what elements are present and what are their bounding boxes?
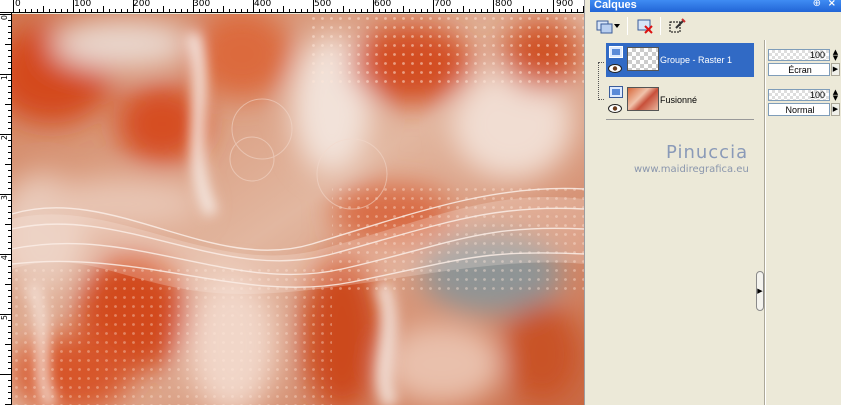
watermark-title: Pinuccia <box>666 142 749 163</box>
palette-titlebar[interactable]: Calques ⊕ × <box>590 0 841 12</box>
ruler-label: 100 <box>74 0 92 9</box>
blend-mode-value: Écran <box>788 65 812 75</box>
pin-icon[interactable]: ⊕ <box>813 0 821 9</box>
ruler-label: 2 <box>0 135 9 141</box>
layer-props-groupe-raster-1: 100 ▲ ▼ Écran ▶ <box>767 43 841 77</box>
ruler-label: 5 <box>0 315 9 321</box>
delete-layer-button[interactable] <box>634 16 656 36</box>
opacity-value: 100 <box>809 50 825 60</box>
ruler-ticks <box>0 14 11 405</box>
layers-palette: Calques ⊕ × Groupe - Raster 1 Fusionné P… <box>590 0 841 405</box>
layer-thumbnail <box>627 47 659 71</box>
close-icon[interactable]: × <box>828 0 836 9</box>
ruler-label: 0 <box>15 0 21 9</box>
group-tree-line <box>598 62 604 100</box>
chevron-right-icon: ▶ <box>757 287 763 295</box>
layer-properties: 100 ▲ ▼ Écran ▶ 100 ▲ ▼ Normal ▶ <box>767 40 841 405</box>
blend-mode-select[interactable]: Normal <box>768 103 830 116</box>
ruler-label: 800 <box>495 0 513 9</box>
image-canvas[interactable] <box>12 14 584 405</box>
artwork <box>12 14 584 405</box>
visibility-eye-icon[interactable] <box>608 64 622 73</box>
ruler-label: 600 <box>374 0 392 9</box>
layer-props-fusionne: 100 ▲ ▼ Normal ▶ <box>767 83 841 117</box>
raster-layer-icon <box>609 46 623 58</box>
layer-row-groupe-raster-1[interactable]: Groupe - Raster 1 <box>606 43 754 77</box>
edit-selection-button[interactable] <box>666 16 688 36</box>
dropdown-arrow-icon <box>614 24 620 28</box>
opacity-slider[interactable]: 100 <box>768 89 830 101</box>
ruler-label: 700 <box>434 0 452 9</box>
ruler-label: 300 <box>193 0 211 9</box>
layer-row-divider <box>606 119 754 120</box>
ruler-label: 3 <box>0 195 9 201</box>
layer-row-fusionne[interactable]: Fusionné <box>606 83 754 117</box>
opacity-spinner[interactable]: ▲ ▼ <box>831 89 840 102</box>
ruler-label: 200 <box>133 0 151 9</box>
watermark-url: www.maidiregrafica.eu <box>634 164 749 175</box>
column-separator <box>764 40 766 405</box>
ruler-label: 400 <box>254 0 272 9</box>
blend-mode-arrow-icon[interactable]: ▶ <box>831 103 840 116</box>
layer-name: Groupe - Raster 1 <box>660 55 733 65</box>
blend-mode-arrow-icon[interactable]: ▶ <box>831 63 840 76</box>
palette-toolbar <box>590 13 841 39</box>
new-layer-dropdown[interactable] <box>612 16 622 36</box>
delete-layer-icon <box>637 19 653 34</box>
opacity-spinner[interactable]: ▲ ▼ <box>831 49 840 62</box>
blend-mode-select[interactable]: Écran <box>768 63 830 76</box>
layer-thumbnail <box>627 87 659 111</box>
ruler-label: 500 <box>314 0 332 9</box>
toolbar-separator <box>660 17 661 35</box>
palette-title: Calques <box>594 0 637 11</box>
edit-selection-icon <box>669 18 686 33</box>
opacity-value: 100 <box>809 90 825 100</box>
collapse-handle[interactable]: ▶ <box>756 271 764 311</box>
blend-mode-value: Normal <box>785 105 815 115</box>
vertical-ruler: 0 1 2 3 4 5 <box>0 13 12 405</box>
horizontal-ruler: 0 100 200 300 400 500 600 700 800 900 <box>0 0 584 13</box>
ruler-label: 1 <box>0 75 9 81</box>
raster-layer-icon <box>609 86 623 98</box>
layer-list: Groupe - Raster 1 Fusionné Pinuccia www.… <box>590 40 764 405</box>
psp-workspace: 0 100 200 300 400 500 600 700 800 900 0 … <box>0 0 841 405</box>
opacity-slider[interactable]: 100 <box>768 49 830 61</box>
layer-name: Fusionné <box>660 95 698 105</box>
visibility-eye-icon[interactable] <box>608 104 622 113</box>
ruler-label: 4 <box>0 255 9 261</box>
ruler-label: 900 <box>556 0 574 9</box>
toolbar-separator <box>627 17 628 35</box>
ruler-label: 0 <box>0 15 9 21</box>
